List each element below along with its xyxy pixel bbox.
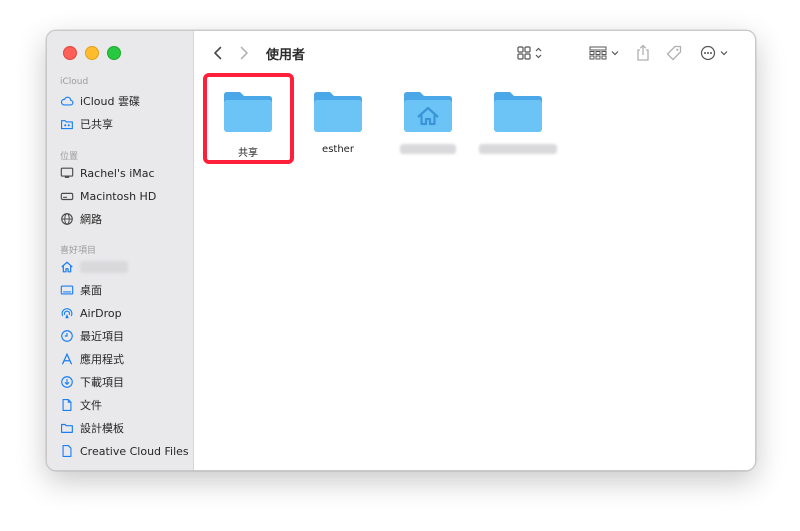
more-actions-button[interactable]	[699, 43, 733, 63]
sidebar-item-documents[interactable]: 文件	[60, 396, 102, 414]
share-icon	[637, 44, 649, 61]
redacted-username	[80, 261, 128, 273]
sidebar-item-label: Creative Cloud Files	[80, 444, 189, 458]
window-title: 使用者	[266, 48, 306, 63]
toolbar: 使用者	[194, 31, 755, 75]
folder-item-home[interactable]	[388, 89, 468, 156]
view-mode-button[interactable]	[516, 43, 546, 63]
sidebar-item-label: 文件	[80, 399, 102, 412]
document-icon	[60, 398, 74, 412]
chevron-right-icon	[240, 46, 248, 60]
share-button[interactable]	[634, 43, 652, 63]
sidebar-item-downloads[interactable]: 下載項目	[60, 373, 124, 391]
group-by-button[interactable]	[588, 43, 622, 63]
finder-window: iCloud iCloud 雲碟 已共享 位置 Rachel's iMac Ma…	[46, 30, 756, 471]
folder-item-shared[interactable]: 共享	[208, 89, 288, 159]
desktop-icon	[60, 283, 74, 297]
folder-icon	[224, 92, 272, 132]
icon-grid-icon	[517, 46, 542, 60]
globe-icon	[60, 212, 74, 226]
sidebar-item-label: iCloud 雲碟	[80, 95, 140, 108]
file-label	[388, 144, 468, 156]
back-button[interactable]	[210, 43, 226, 63]
sidebar-item-label: 網路	[80, 213, 102, 226]
sidebar-item-label: 桌面	[80, 284, 102, 297]
zoom-window-button[interactable]	[107, 46, 121, 60]
folder-item-redacted[interactable]	[478, 89, 558, 156]
file-label: 共享	[238, 148, 258, 159]
redacted-folder-name	[479, 144, 557, 154]
sidebar-item-home[interactable]	[60, 258, 128, 276]
minimize-window-button[interactable]	[85, 46, 99, 60]
sidebar-section-locations: 位置	[60, 152, 79, 162]
sidebar-item-label: AirDrop	[80, 306, 122, 320]
file-icon	[60, 444, 74, 458]
sidebar-item-macintosh-hd[interactable]: Macintosh HD	[60, 187, 156, 205]
airdrop-icon	[60, 306, 74, 320]
tag-icon	[666, 45, 682, 61]
file-label	[478, 144, 558, 156]
sidebar-item-network[interactable]: 網路	[60, 210, 102, 228]
folder-icon	[60, 421, 74, 435]
sidebar-item-label: 應用程式	[80, 353, 124, 366]
sidebar-item-label: 最近項目	[80, 330, 124, 343]
sidebar-item-airdrop[interactable]: AirDrop	[60, 304, 122, 322]
main-content: 使用者 共享 esther	[194, 31, 755, 470]
shared-folder-icon	[60, 117, 74, 131]
sidebar: iCloud iCloud 雲碟 已共享 位置 Rachel's iMac Ma…	[47, 31, 194, 470]
clock-icon	[60, 329, 74, 343]
sidebar-item-desktop[interactable]: 桌面	[60, 281, 102, 299]
tags-button[interactable]	[665, 43, 683, 63]
sidebar-item-design-templates[interactable]: 設計模板	[60, 419, 124, 437]
sidebar-item-label: 下載項目	[80, 376, 124, 389]
file-label: esther	[322, 144, 354, 155]
file-grid: 共享 esther	[194, 73, 755, 470]
home-icon	[60, 260, 74, 274]
home-folder-icon	[404, 92, 452, 132]
redacted-folder-name	[400, 144, 456, 154]
sidebar-item-icloud-drive[interactable]: iCloud 雲碟	[60, 92, 140, 110]
window-controls	[63, 46, 121, 60]
folder-icon	[494, 92, 542, 132]
sidebar-item-creative-cloud-files[interactable]: Creative Cloud Files	[60, 442, 189, 460]
sidebar-item-applications[interactable]: 應用程式	[60, 350, 124, 368]
forward-button[interactable]	[236, 43, 252, 63]
cloud-icon	[60, 94, 74, 108]
sidebar-section-favorites: 喜好項目	[60, 246, 97, 256]
chevron-left-icon	[214, 46, 222, 60]
imac-icon	[60, 166, 74, 180]
sidebar-item-rachels-imac[interactable]: Rachel's iMac	[60, 164, 155, 182]
ellipsis-circle-icon	[700, 45, 728, 61]
sidebar-item-label: 已共享	[80, 118, 113, 131]
apps-icon	[60, 352, 74, 366]
download-icon	[60, 375, 74, 389]
close-window-button[interactable]	[63, 46, 77, 60]
folder-item-esther[interactable]: esther	[298, 89, 378, 156]
group-icon	[589, 46, 619, 60]
sidebar-item-label: Rachel's iMac	[80, 166, 155, 180]
sidebar-item-recents[interactable]: 最近項目	[60, 327, 124, 345]
sidebar-section-icloud: iCloud	[60, 77, 89, 87]
sidebar-item-label: 設計模板	[80, 422, 124, 435]
sidebar-item-shared[interactable]: 已共享	[60, 115, 113, 133]
disk-icon	[60, 189, 74, 203]
folder-icon	[314, 92, 362, 132]
sidebar-item-label: Macintosh HD	[80, 189, 157, 203]
